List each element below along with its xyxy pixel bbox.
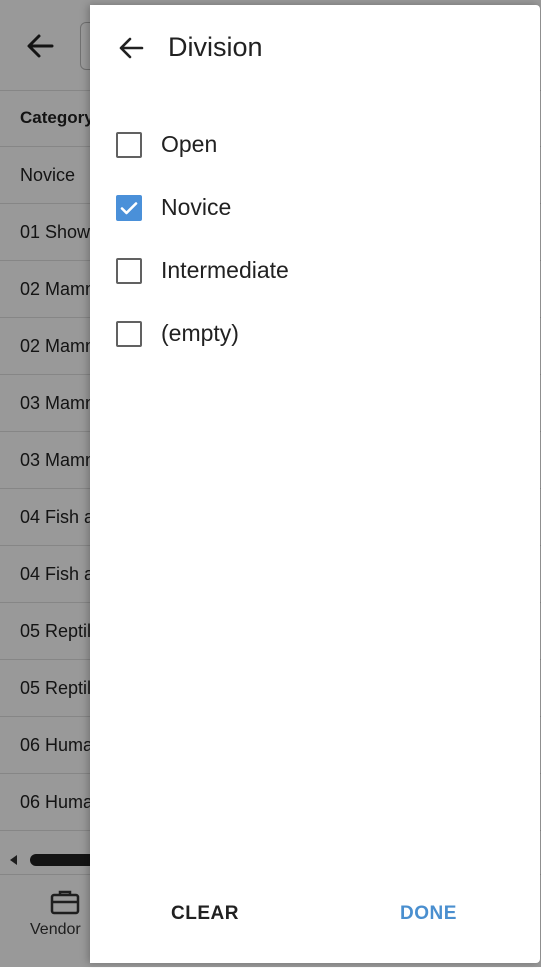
option-label: Intermediate [161,257,289,283]
option-label: Novice [161,194,232,220]
back-arrow-icon[interactable] [115,32,147,64]
checkbox-icon[interactable] [116,257,142,284]
done-button[interactable]: DONE [400,903,457,925]
option-label: Open [161,131,218,157]
option-novice[interactable]: Novice [90,176,540,239]
option-label: (empty) [161,320,239,346]
checkbox-checked-icon[interactable] [116,194,142,221]
checkbox-icon[interactable] [116,320,142,347]
checkmark-icon [120,201,138,214]
division-filter-drawer: Division Open Novice Intermediate (empty… [90,5,540,963]
option-intermediate[interactable]: Intermediate [90,239,540,302]
checkbox-icon[interactable] [116,131,142,158]
option-open[interactable]: Open [90,113,540,176]
drawer-title: Division [168,32,263,62]
division-options-list: Open Novice Intermediate (empty) [90,113,540,365]
clear-button[interactable]: CLEAR [171,903,239,925]
option-empty[interactable]: (empty) [90,302,540,365]
